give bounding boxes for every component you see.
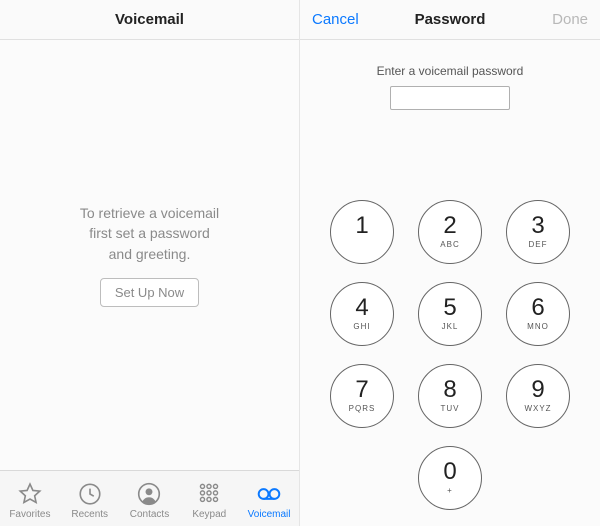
pw-instruction: Enter a voicemail password: [377, 64, 524, 78]
vm-body: To retrieve a voicemail first set a pass…: [0, 40, 299, 470]
tab-label: Favorites: [9, 509, 50, 520]
pw-title: Password: [415, 11, 486, 28]
key-digit: 1: [355, 214, 368, 238]
key-3[interactable]: 3 DEF: [506, 200, 570, 264]
key-8[interactable]: 8 TUV: [418, 364, 482, 428]
key-letters: WXYZ: [524, 404, 551, 414]
star-icon: [17, 481, 43, 507]
pw-body: Enter a voicemail password 1 2 ABC 3 DEF…: [300, 40, 600, 526]
key-4[interactable]: 4 GHI: [330, 282, 394, 346]
tab-label: Voicemail: [248, 509, 291, 520]
password-panel: Cancel Password Done Enter a voicemail p…: [300, 0, 600, 526]
keypad: 1 2 ABC 3 DEF 4 GHI 5 JKL 6 MNO: [330, 200, 570, 510]
key-digit: 7: [355, 378, 368, 402]
key-digit: 3: [531, 214, 544, 238]
keypad-icon: [196, 481, 222, 507]
tab-contacts[interactable]: Contacts: [121, 481, 177, 520]
key-digit: 4: [355, 296, 368, 320]
key-6[interactable]: 6 MNO: [506, 282, 570, 346]
key-5[interactable]: 5 JKL: [418, 282, 482, 346]
key-letters: TUV: [441, 404, 460, 414]
key-letters: JKL: [442, 322, 459, 332]
key-digit: 6: [531, 296, 544, 320]
tab-label: Contacts: [130, 509, 169, 520]
key-letters: ABC: [440, 240, 459, 250]
key-digit: 2: [443, 214, 456, 238]
cancel-button[interactable]: Cancel: [312, 0, 359, 40]
tab-favorites[interactable]: Favorites: [2, 481, 58, 520]
key-2[interactable]: 2 ABC: [418, 200, 482, 264]
tab-recents[interactable]: Recents: [62, 481, 118, 520]
key-letters: PQRS: [349, 404, 376, 414]
password-field[interactable]: [390, 86, 510, 110]
clock-icon: [77, 481, 103, 507]
key-9[interactable]: 9 WXYZ: [506, 364, 570, 428]
vm-message: To retrieve a voicemail first set a pass…: [80, 203, 219, 264]
key-letters: +: [447, 486, 453, 496]
tab-voicemail[interactable]: Voicemail: [241, 481, 297, 520]
key-letters: MNO: [527, 322, 549, 332]
vm-header: Voicemail: [0, 0, 299, 40]
tab-label: Recents: [71, 509, 108, 520]
key-0[interactable]: 0 +: [418, 446, 482, 510]
tab-bar: Favorites Recents Contacts Keypad: [0, 470, 299, 526]
voicemail-panel: Voicemail To retrieve a voicemail first …: [0, 0, 300, 526]
voicemail-icon: [256, 481, 282, 507]
tab-keypad[interactable]: Keypad: [181, 481, 237, 520]
pw-header: Cancel Password Done: [300, 0, 600, 40]
key-1[interactable]: 1: [330, 200, 394, 264]
key-letters: DEF: [529, 240, 548, 250]
tab-label: Keypad: [192, 509, 226, 520]
key-7[interactable]: 7 PQRS: [330, 364, 394, 428]
done-button[interactable]: Done: [552, 0, 588, 40]
vm-title: Voicemail: [115, 11, 184, 28]
contact-icon: [136, 481, 162, 507]
key-digit: 9: [531, 378, 544, 402]
setup-now-button[interactable]: Set Up Now: [100, 278, 199, 307]
key-digit: 0: [443, 460, 456, 484]
key-digit: 8: [443, 378, 456, 402]
key-digit: 5: [443, 296, 456, 320]
key-letters: GHI: [353, 322, 370, 332]
